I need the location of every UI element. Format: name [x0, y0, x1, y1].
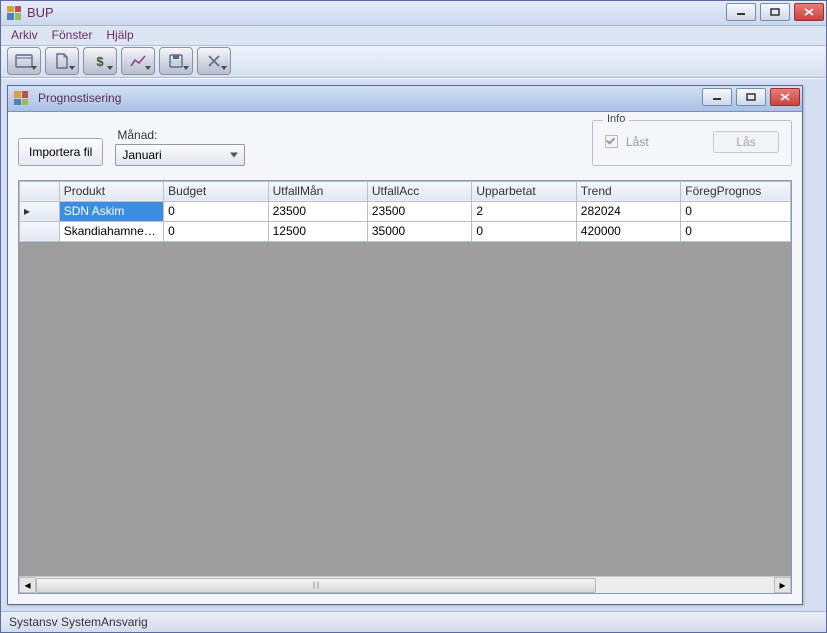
status-text: Systansv SystemAnsvarig — [9, 615, 148, 629]
cell[interactable]: 282024 — [576, 201, 680, 221]
child-minimize-button[interactable] — [702, 88, 732, 106]
month-label: Månad: — [117, 128, 245, 142]
scroll-thumb[interactable] — [36, 578, 596, 593]
cell[interactable]: 420000 — [576, 221, 680, 241]
row-selector[interactable] — [20, 201, 60, 221]
menubar: Arkiv Fönster Hjälp — [1, 26, 826, 46]
column-header-5[interactable]: Trend — [576, 181, 680, 201]
svg-text:$: $ — [96, 54, 104, 69]
column-header-3[interactable]: UtfallAcc — [367, 181, 471, 201]
cell[interactable]: Skandiahamnen ... — [59, 221, 163, 241]
lock-button: Lås — [713, 131, 779, 153]
horizontal-scrollbar[interactable]: ◂ ▸ — [19, 576, 791, 593]
locked-label: Låst — [626, 135, 649, 149]
menu-arkiv[interactable]: Arkiv — [11, 28, 38, 42]
column-header-6[interactable]: FöregPrognos — [681, 181, 791, 201]
column-header-1[interactable]: Budget — [164, 181, 268, 201]
child-window: Prognostisering Importera fil — [7, 85, 803, 605]
app-window: BUP Arkiv Fönster Hjälp $ — [0, 0, 827, 633]
tool-form[interactable] — [7, 47, 41, 75]
app-title: BUP — [27, 5, 54, 20]
column-header-0[interactable]: Produkt — [59, 181, 163, 201]
child-title: Prognostisering — [38, 91, 121, 105]
cell[interactable]: SDN Askim — [59, 201, 163, 221]
tool-file[interactable] — [45, 47, 79, 75]
info-legend: Info — [603, 113, 629, 125]
cell[interactable]: 0 — [164, 221, 268, 241]
row-selector[interactable] — [20, 221, 60, 241]
column-header-4[interactable]: Upparbetat — [472, 181, 576, 201]
month-select[interactable]: Januari — [115, 144, 245, 166]
cell[interactable]: 0 — [681, 221, 791, 241]
month-value: Januari — [122, 148, 161, 162]
status-bar: Systansv SystemAnsvarig — [1, 611, 826, 632]
cell[interactable]: 35000 — [367, 221, 471, 241]
tool-chart[interactable] — [121, 47, 155, 75]
table-row[interactable]: Skandiahamnen ...0125003500004200000 — [20, 221, 791, 241]
cell[interactable]: 23500 — [367, 201, 471, 221]
column-header-2[interactable]: UtfallMån — [268, 181, 367, 201]
info-groupbox: Info Låst Lås — [592, 120, 792, 166]
child-titlebar: Prognostisering — [8, 86, 802, 112]
cell[interactable]: 0 — [681, 201, 791, 221]
menu-fonster[interactable]: Fönster — [52, 28, 93, 42]
tool-dollar[interactable]: $ — [83, 47, 117, 75]
mdi-area: Prognostisering Importera fil — [1, 78, 826, 611]
cell[interactable]: 0 — [164, 201, 268, 221]
outer-titlebar: BUP — [1, 1, 826, 26]
menu-hjalp[interactable]: Hjälp — [106, 28, 133, 42]
outer-close-button[interactable] — [794, 3, 824, 21]
scroll-left-button[interactable]: ◂ — [19, 577, 36, 593]
cell[interactable]: 12500 — [268, 221, 367, 241]
tool-save[interactable] — [159, 47, 193, 75]
import-button[interactable]: Importera fil — [18, 138, 103, 166]
data-grid[interactable]: ProduktBudgetUtfallMånUtfallAccUpparbeta… — [18, 180, 792, 594]
outer-minimize-button[interactable] — [726, 3, 756, 21]
outer-maximize-button[interactable] — [760, 3, 790, 21]
locked-checkbox — [605, 135, 618, 148]
cell[interactable]: 23500 — [268, 201, 367, 221]
child-close-button[interactable] — [770, 88, 800, 106]
table-row[interactable]: SDN Askim0235002350022820240 — [20, 201, 791, 221]
tool-tools[interactable] — [197, 47, 231, 75]
toolbar: $ — [1, 46, 826, 78]
child-icon — [14, 91, 28, 105]
app-icon — [7, 6, 21, 20]
cell[interactable]: 2 — [472, 201, 576, 221]
import-button-label: Importera fil — [29, 145, 92, 159]
child-maximize-button[interactable] — [736, 88, 766, 106]
lock-button-label: Lås — [736, 135, 755, 149]
scroll-right-button[interactable]: ▸ — [774, 577, 791, 593]
cell[interactable]: 0 — [472, 221, 576, 241]
row-selector-header[interactable] — [20, 181, 60, 201]
